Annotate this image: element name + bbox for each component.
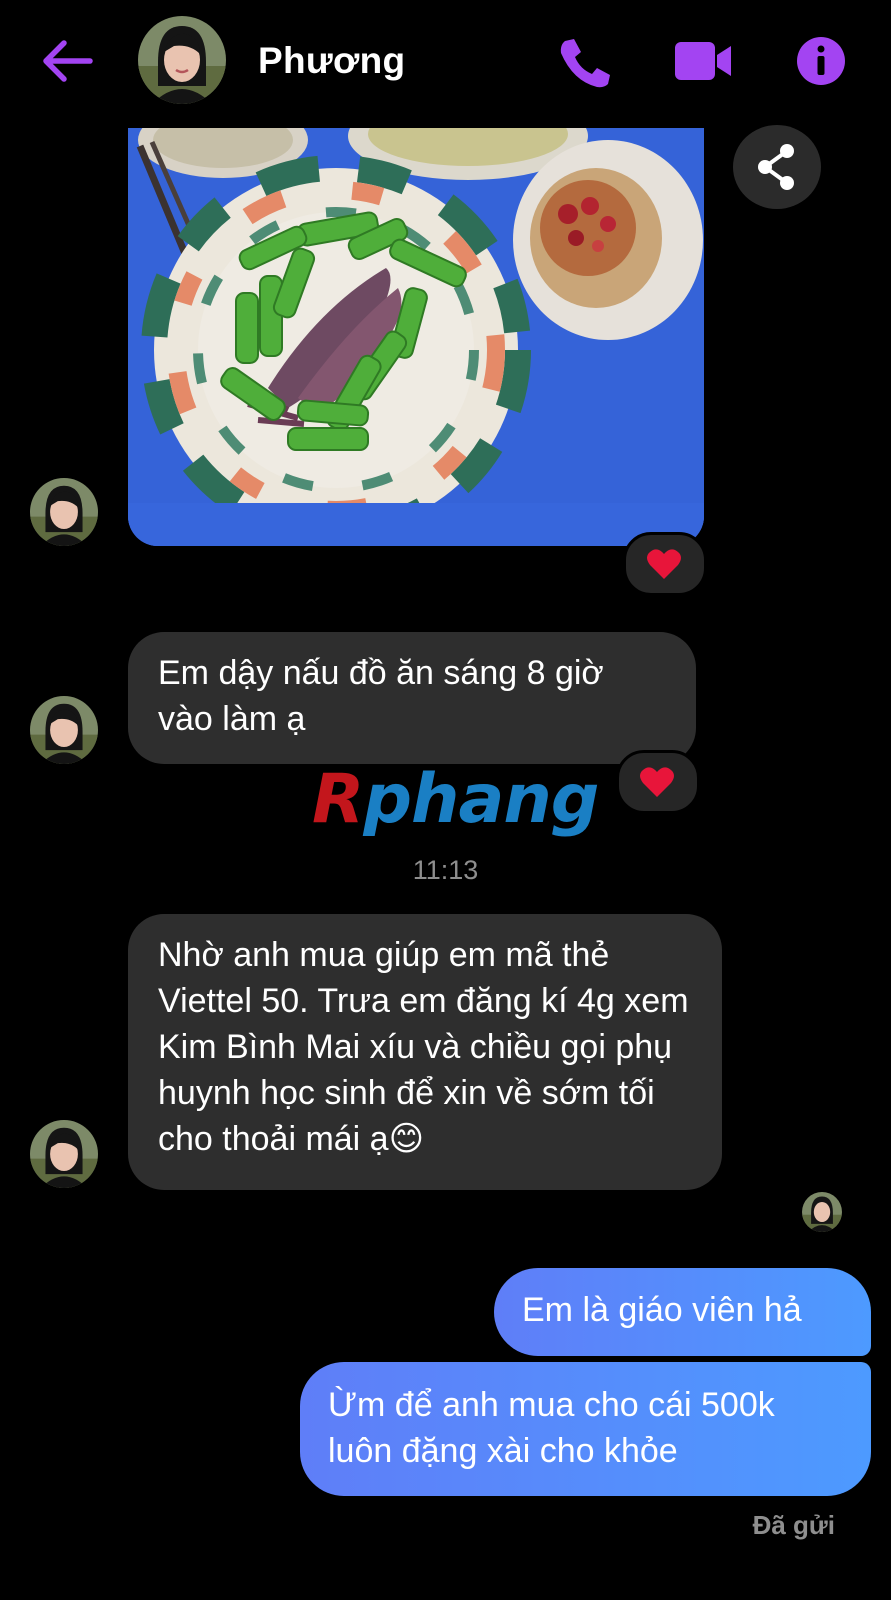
video-camera-icon bbox=[675, 42, 731, 80]
incoming-message[interactable]: Nhờ anh mua giúp em mã thẻ Viettel 50. T… bbox=[128, 914, 722, 1190]
share-button[interactable] bbox=[733, 125, 821, 209]
sender-avatar-image bbox=[30, 478, 98, 546]
watermark-letter: R bbox=[312, 760, 364, 839]
watermark-text: phang bbox=[363, 760, 599, 839]
seen-avatar bbox=[802, 1192, 842, 1232]
sender-avatar[interactable] bbox=[30, 1120, 98, 1188]
back-button[interactable] bbox=[40, 38, 96, 84]
sender-avatar-image bbox=[30, 1120, 98, 1188]
message-text: Ừm để anh mua cho cái 500k luôn đặng xài… bbox=[328, 1386, 775, 1470]
info-button[interactable] bbox=[796, 36, 846, 86]
message-text: Em dậy nấu đồ ăn sáng 8 giờ vào làm ạ bbox=[158, 654, 604, 738]
back-arrow-icon bbox=[43, 40, 93, 82]
sender-avatar[interactable] bbox=[30, 696, 98, 764]
info-icon bbox=[797, 37, 845, 85]
food-photo-image bbox=[128, 128, 704, 546]
call-button[interactable] bbox=[555, 35, 613, 89]
seen-avatar-image bbox=[802, 1192, 842, 1232]
outgoing-message[interactable]: Ừm để anh mua cho cái 500k luôn đặng xài… bbox=[300, 1362, 871, 1496]
heart-icon bbox=[647, 549, 681, 579]
video-call-button[interactable] bbox=[674, 38, 734, 84]
message-timestamp: 11:13 bbox=[412, 855, 479, 885]
contact-name[interactable]: Phương bbox=[258, 40, 405, 82]
sender-avatar[interactable] bbox=[30, 478, 98, 546]
shared-photo[interactable] bbox=[128, 128, 704, 546]
sender-avatar-image bbox=[30, 696, 98, 764]
message-reaction[interactable] bbox=[616, 750, 700, 814]
message-text: Em là giáo viên hả bbox=[522, 1291, 802, 1329]
phone-icon bbox=[560, 39, 610, 88]
contact-avatar[interactable] bbox=[138, 16, 226, 104]
message-text: Nhờ anh mua giúp em mã thẻ Viettel 50. T… bbox=[158, 936, 689, 1158]
incoming-message[interactable]: Em dậy nấu đồ ăn sáng 8 giờ vào làm ạ bbox=[128, 632, 696, 764]
outgoing-message[interactable]: Em là giáo viên hả bbox=[494, 1268, 871, 1356]
share-icon bbox=[758, 144, 794, 190]
message-reaction[interactable] bbox=[623, 532, 707, 596]
sent-status: Đã gửi bbox=[752, 1510, 835, 1540]
heart-icon bbox=[640, 767, 674, 797]
contact-avatar-image bbox=[138, 16, 226, 104]
watermark-logo: Rphang bbox=[312, 760, 599, 839]
chat-header bbox=[0, 0, 891, 120]
